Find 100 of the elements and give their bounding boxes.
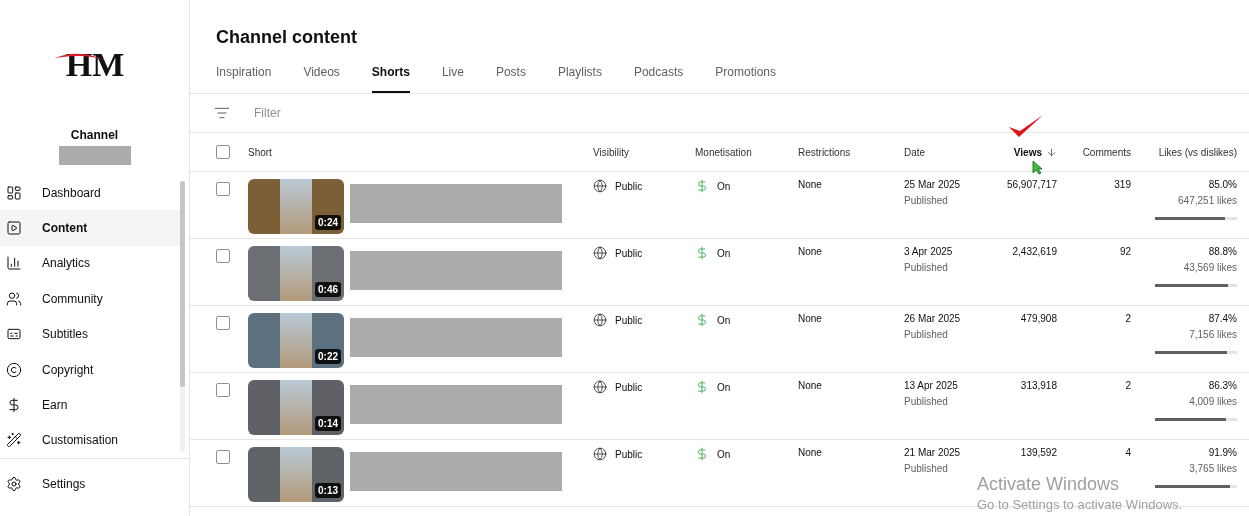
sidebar-item[interactable]: Community — [0, 281, 180, 317]
likes-percent: 87.4% — [1208, 313, 1237, 324]
sidebar-item[interactable]: Dashboard — [0, 175, 180, 211]
restrictions-text: None — [798, 447, 823, 458]
checkbox[interactable] — [216, 316, 230, 330]
column-header[interactable]: Date — [904, 146, 926, 158]
views-count: 139,592 — [1020, 447, 1057, 458]
globe-icon — [593, 313, 607, 327]
column-header[interactable]: Comments — [1082, 146, 1131, 158]
likes-count: 647,251 likes — [1178, 195, 1237, 206]
views-count: 313,918 — [1020, 380, 1057, 391]
dollar-icon — [695, 313, 709, 327]
sidebar-item[interactable]: Settings — [0, 465, 189, 502]
status-text: Published — [904, 329, 948, 340]
tab[interactable]: Podcasts — [633, 59, 684, 93]
sidebar-item[interactable]: Content — [0, 210, 180, 246]
tab[interactable]: Promotions — [715, 59, 776, 93]
column-header[interactable]: Views — [1013, 146, 1042, 158]
status-text: Published — [904, 262, 948, 273]
visibility-text[interactable]: Public — [615, 180, 643, 192]
checkbox[interactable] — [216, 145, 230, 159]
dollar-icon — [695, 447, 709, 461]
monetisation-text[interactable]: On — [717, 247, 731, 259]
dollar-icon — [695, 380, 709, 394]
channel-label: Channel — [69, 128, 120, 142]
likes-percent: 86.3% — [1208, 380, 1237, 391]
likes-percent: 85.0% — [1208, 179, 1237, 190]
restrictions-text: None — [798, 246, 823, 257]
photo-placeholder[interactable]: 0:14 — [248, 380, 344, 435]
cursor-icon — [1032, 159, 1043, 175]
visibility-text[interactable]: Public — [615, 247, 643, 259]
checkbox[interactable] — [216, 450, 230, 464]
sidebar-item[interactable]: Analytics — [0, 245, 180, 282]
photo-placeholder[interactable]: 0:22 — [248, 313, 344, 368]
copyright-icon — [6, 361, 22, 378]
bar-chart-icon — [6, 255, 22, 272]
sidebar-item[interactable]: Subtitles — [0, 316, 180, 352]
date-text: 13 Apr 2025 — [904, 380, 958, 391]
dollar-icon — [695, 179, 709, 193]
likes-percent: 88.8% — [1208, 246, 1237, 257]
tab[interactable]: Shorts — [371, 59, 410, 93]
duration-badge: 0:24 — [315, 215, 341, 230]
likes-count: 4,009 likes — [1189, 396, 1237, 407]
wand-icon — [6, 432, 22, 449]
monetisation-text[interactable]: On — [717, 448, 731, 460]
comments-count: 92 — [1119, 246, 1131, 257]
dollar-icon — [6, 396, 22, 413]
visibility-text[interactable]: Public — [615, 381, 643, 393]
date-text: 21 Mar 2025 — [904, 447, 961, 458]
duration-badge: 0:14 — [315, 416, 341, 431]
comments-count: 4 — [1125, 447, 1131, 458]
tab[interactable]: Videos — [303, 59, 340, 93]
views-count: 56,907,717 — [1006, 179, 1057, 190]
globe-icon — [593, 179, 607, 193]
tab[interactable]: Inspiration — [216, 59, 272, 93]
column-header[interactable]: Likes (vs dislikes) — [1158, 146, 1237, 158]
checkbox[interactable] — [216, 182, 230, 196]
visibility-text[interactable]: Public — [615, 448, 643, 460]
tab[interactable]: Posts — [495, 59, 526, 93]
column-header[interactable]: Visibility — [593, 146, 629, 158]
column-header[interactable]: Short — [248, 146, 272, 158]
activation-notice-title: Activate Windows — [977, 474, 1121, 495]
status-text: Published — [904, 463, 948, 474]
monetisation-text[interactable]: On — [717, 314, 731, 326]
sidebar-item[interactable]: Customisation — [0, 422, 180, 458]
comments-count: 2 — [1125, 313, 1131, 324]
monetisation-text[interactable]: On — [717, 381, 731, 393]
tab[interactable]: Playlists — [557, 59, 602, 93]
settings-icon — [6, 475, 22, 492]
globe-icon — [593, 380, 607, 394]
sidebar-item[interactable]: Earn — [0, 387, 180, 423]
visibility-text[interactable]: Public — [615, 314, 643, 326]
restrictions-text: None — [798, 313, 823, 324]
status-text: Published — [904, 396, 948, 407]
restrictions-text: None — [798, 380, 823, 391]
scrollbar[interactable] — [180, 181, 185, 452]
likes-count: 3,765 likes — [1189, 463, 1237, 474]
tab[interactable]: Live — [441, 59, 464, 93]
column-header[interactable]: Monetisation — [695, 146, 752, 158]
likes-percent: 91.9% — [1208, 447, 1237, 458]
sidebar-item[interactable]: Copyright — [0, 351, 180, 388]
monetisation-text[interactable]: On — [717, 180, 731, 192]
activation-notice-text: Go to Settings to activate Windows. — [977, 497, 1183, 512]
date-text: 26 Mar 2025 — [904, 313, 961, 324]
dashboard-icon — [6, 184, 22, 201]
date-text: 25 Mar 2025 — [904, 179, 961, 190]
restrictions-text: None — [798, 179, 823, 190]
date-text: 3 Apr 2025 — [904, 246, 953, 257]
page-title: Channel content — [215, 26, 358, 46]
views-count: 479,908 — [1020, 313, 1057, 324]
column-header[interactable]: Restrictions — [798, 146, 851, 158]
filter-icon[interactable] — [214, 105, 230, 121]
duration-badge: 0:46 — [315, 282, 341, 297]
checkbox[interactable] — [216, 249, 230, 263]
photo-placeholder[interactable]: 0:13 — [248, 447, 344, 502]
likes-count: 7,156 likes — [1189, 329, 1237, 340]
checkbox[interactable] — [216, 383, 230, 397]
photo-placeholder[interactable]: 0:24 — [248, 179, 344, 234]
sort-arrow-icon[interactable] — [1046, 146, 1057, 158]
photo-placeholder[interactable]: 0:46 — [248, 246, 344, 301]
